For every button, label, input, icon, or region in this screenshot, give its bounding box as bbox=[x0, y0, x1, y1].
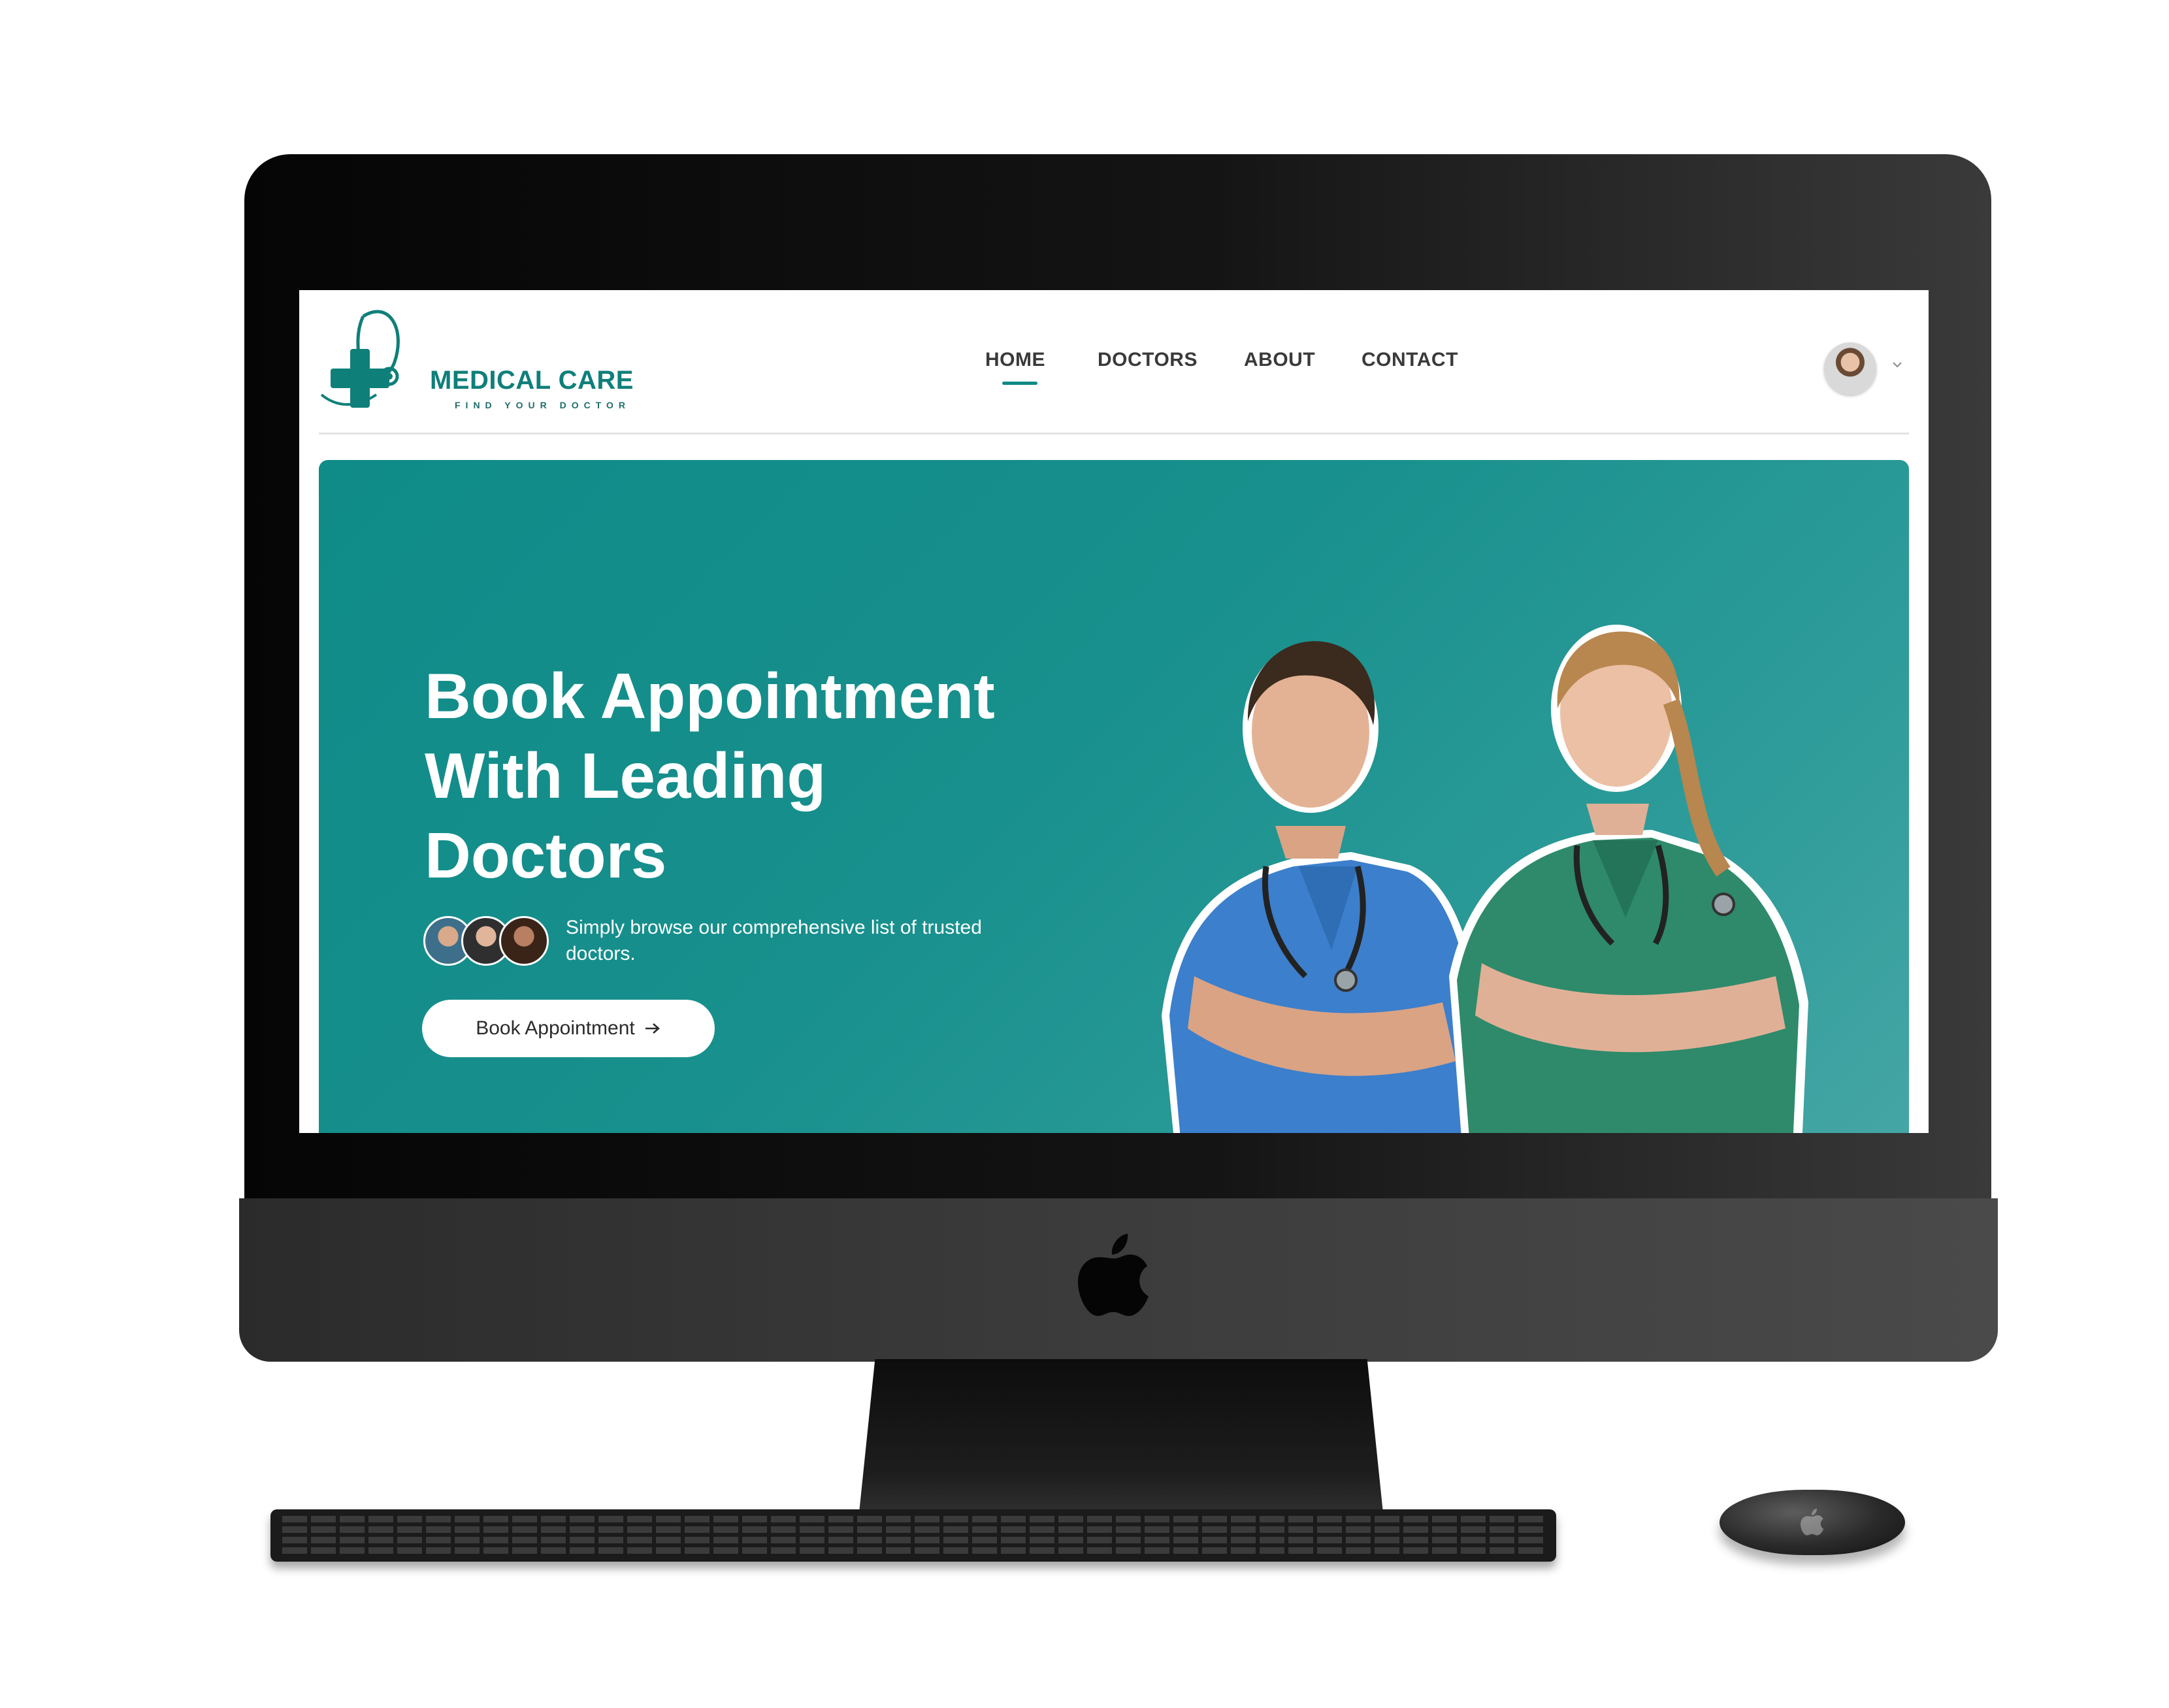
doctor-avatar bbox=[499, 916, 549, 966]
nav-about[interactable]: ABOUT bbox=[1244, 349, 1315, 371]
hero-subtitle-row: Simply browse our comprehensive list of … bbox=[423, 912, 1011, 971]
hero-title-line-2: With Leading bbox=[425, 740, 826, 812]
hero-banner: Book Appointment With Leading Doctors Si… bbox=[319, 460, 1909, 1133]
imac-stand bbox=[858, 1359, 1384, 1521]
book-appointment-label: Book Appointment bbox=[476, 1017, 635, 1039]
hero-subtitle: Simply browse our comprehensive list of … bbox=[566, 917, 982, 964]
apple-logo-icon bbox=[1801, 1508, 1824, 1536]
nav-doctors[interactable]: DOCTORS bbox=[1098, 349, 1198, 371]
magic-mouse bbox=[1720, 1490, 1905, 1555]
keyboard bbox=[270, 1509, 1556, 1562]
brand-name: MEDICAL CARE bbox=[430, 366, 634, 395]
arrow-right-icon bbox=[645, 1023, 660, 1034]
chevron-down-icon[interactable] bbox=[1892, 359, 1902, 370]
doctor-blue-scrubs bbox=[1162, 641, 1499, 1133]
main-nav: HOME DOCTORS ABOUT CONTACT bbox=[985, 349, 1469, 388]
profile-menu[interactable] bbox=[1824, 342, 1902, 395]
doctor-green-scrubs bbox=[1449, 625, 1808, 1133]
hero-title: Book Appointment With Leading Doctors bbox=[425, 656, 1143, 895]
brand-tagline: FIND YOUR DOCTOR bbox=[455, 400, 631, 410]
brand-logo[interactable]: MEDICAL CARE FIND YOUR DOCTOR bbox=[318, 303, 634, 421]
navbar: MEDICAL CARE FIND YOUR DOCTOR HOME DOCTO… bbox=[299, 290, 1929, 433]
nav-contact[interactable]: CONTACT bbox=[1362, 349, 1458, 371]
doctors-illustration bbox=[1162, 625, 1808, 1133]
nav-home[interactable]: HOME bbox=[985, 349, 1045, 371]
website-screen: MEDICAL CARE FIND YOUR DOCTOR HOME DOCTO… bbox=[299, 290, 1929, 1133]
hero-title-line-3: Doctors bbox=[425, 819, 667, 891]
navbar-divider bbox=[319, 433, 1909, 435]
doctor-avatar-group bbox=[423, 916, 554, 968]
book-appointment-button[interactable]: Book Appointment bbox=[422, 1000, 715, 1057]
nav-active-indicator bbox=[1002, 382, 1037, 385]
medical-cross-stethoscope-icon bbox=[320, 310, 400, 408]
apple-logo-icon bbox=[1078, 1234, 1149, 1316]
hero-title-line-1: Book Appointment bbox=[425, 660, 995, 732]
user-avatar[interactable] bbox=[1824, 342, 1876, 395]
